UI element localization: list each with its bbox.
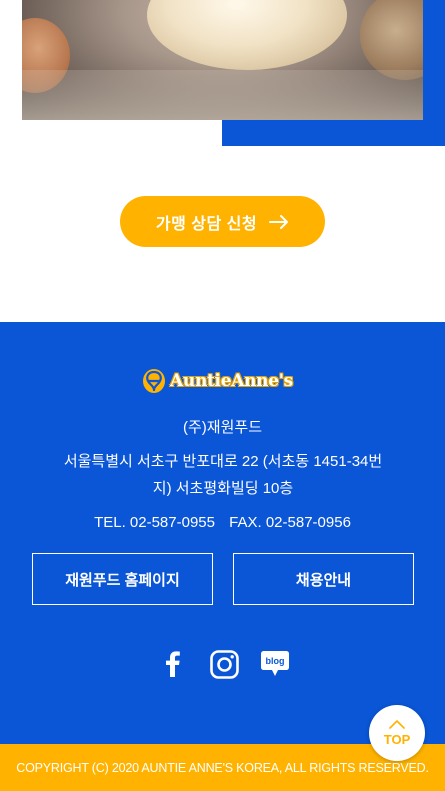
- flour-surface: [22, 70, 423, 120]
- facebook-icon: [166, 651, 180, 677]
- homepage-button[interactable]: 재원푸드 홈페이지: [32, 553, 213, 605]
- logo-text: AuntieAnne's: [170, 371, 293, 391]
- hero-section: 가맹 상담 신청: [0, 0, 445, 322]
- tel-number: TEL. 02-587-0955: [94, 514, 215, 531]
- chevron-up-icon: [389, 719, 405, 729]
- auntie-annes-logo[interactable]: AuntieAnne's: [142, 366, 304, 396]
- blog-link[interactable]: blog: [260, 649, 290, 679]
- contact-info: TEL. 02-587-0955 FAX. 02-587-0956: [0, 514, 445, 531]
- scroll-top-label: TOP: [383, 731, 411, 747]
- blog-icon: blog: [261, 651, 289, 676]
- company-address: 서울특별시 서초구 반포대로 22 (서초동 1451-34번지) 서초평화빌딩…: [63, 453, 383, 497]
- fax-number: FAX. 02-587-0956: [229, 514, 351, 531]
- company-name: (주)재원푸드: [183, 419, 262, 436]
- pretzel-icon: [143, 369, 165, 393]
- footer: AuntieAnne's (주)재원푸드 서울특별시 서초구 반포대로 22 (…: [0, 322, 445, 744]
- arrow-right-icon: [269, 214, 289, 229]
- instagram-icon: [209, 649, 239, 679]
- instagram-link[interactable]: [209, 649, 239, 679]
- dough-ball-right: [360, 0, 423, 80]
- dough-photo: [22, 0, 423, 120]
- franchise-consult-label: 가맹 상담 신청: [155, 215, 258, 233]
- franchise-consult-button[interactable]: 가맹 상담 신청: [120, 196, 325, 247]
- social-links: blog: [158, 648, 290, 680]
- facebook-link[interactable]: [158, 649, 188, 679]
- dough-ball-main: [147, 0, 347, 70]
- scroll-top-button[interactable]: TOP: [369, 705, 425, 761]
- copyright-text: COPYRIGHT (C) 2020 AUNTIE ANNE'S KOREA, …: [16, 760, 429, 775]
- recruit-button[interactable]: 채용안내: [233, 553, 414, 605]
- blog-icon-text: blog: [266, 656, 285, 666]
